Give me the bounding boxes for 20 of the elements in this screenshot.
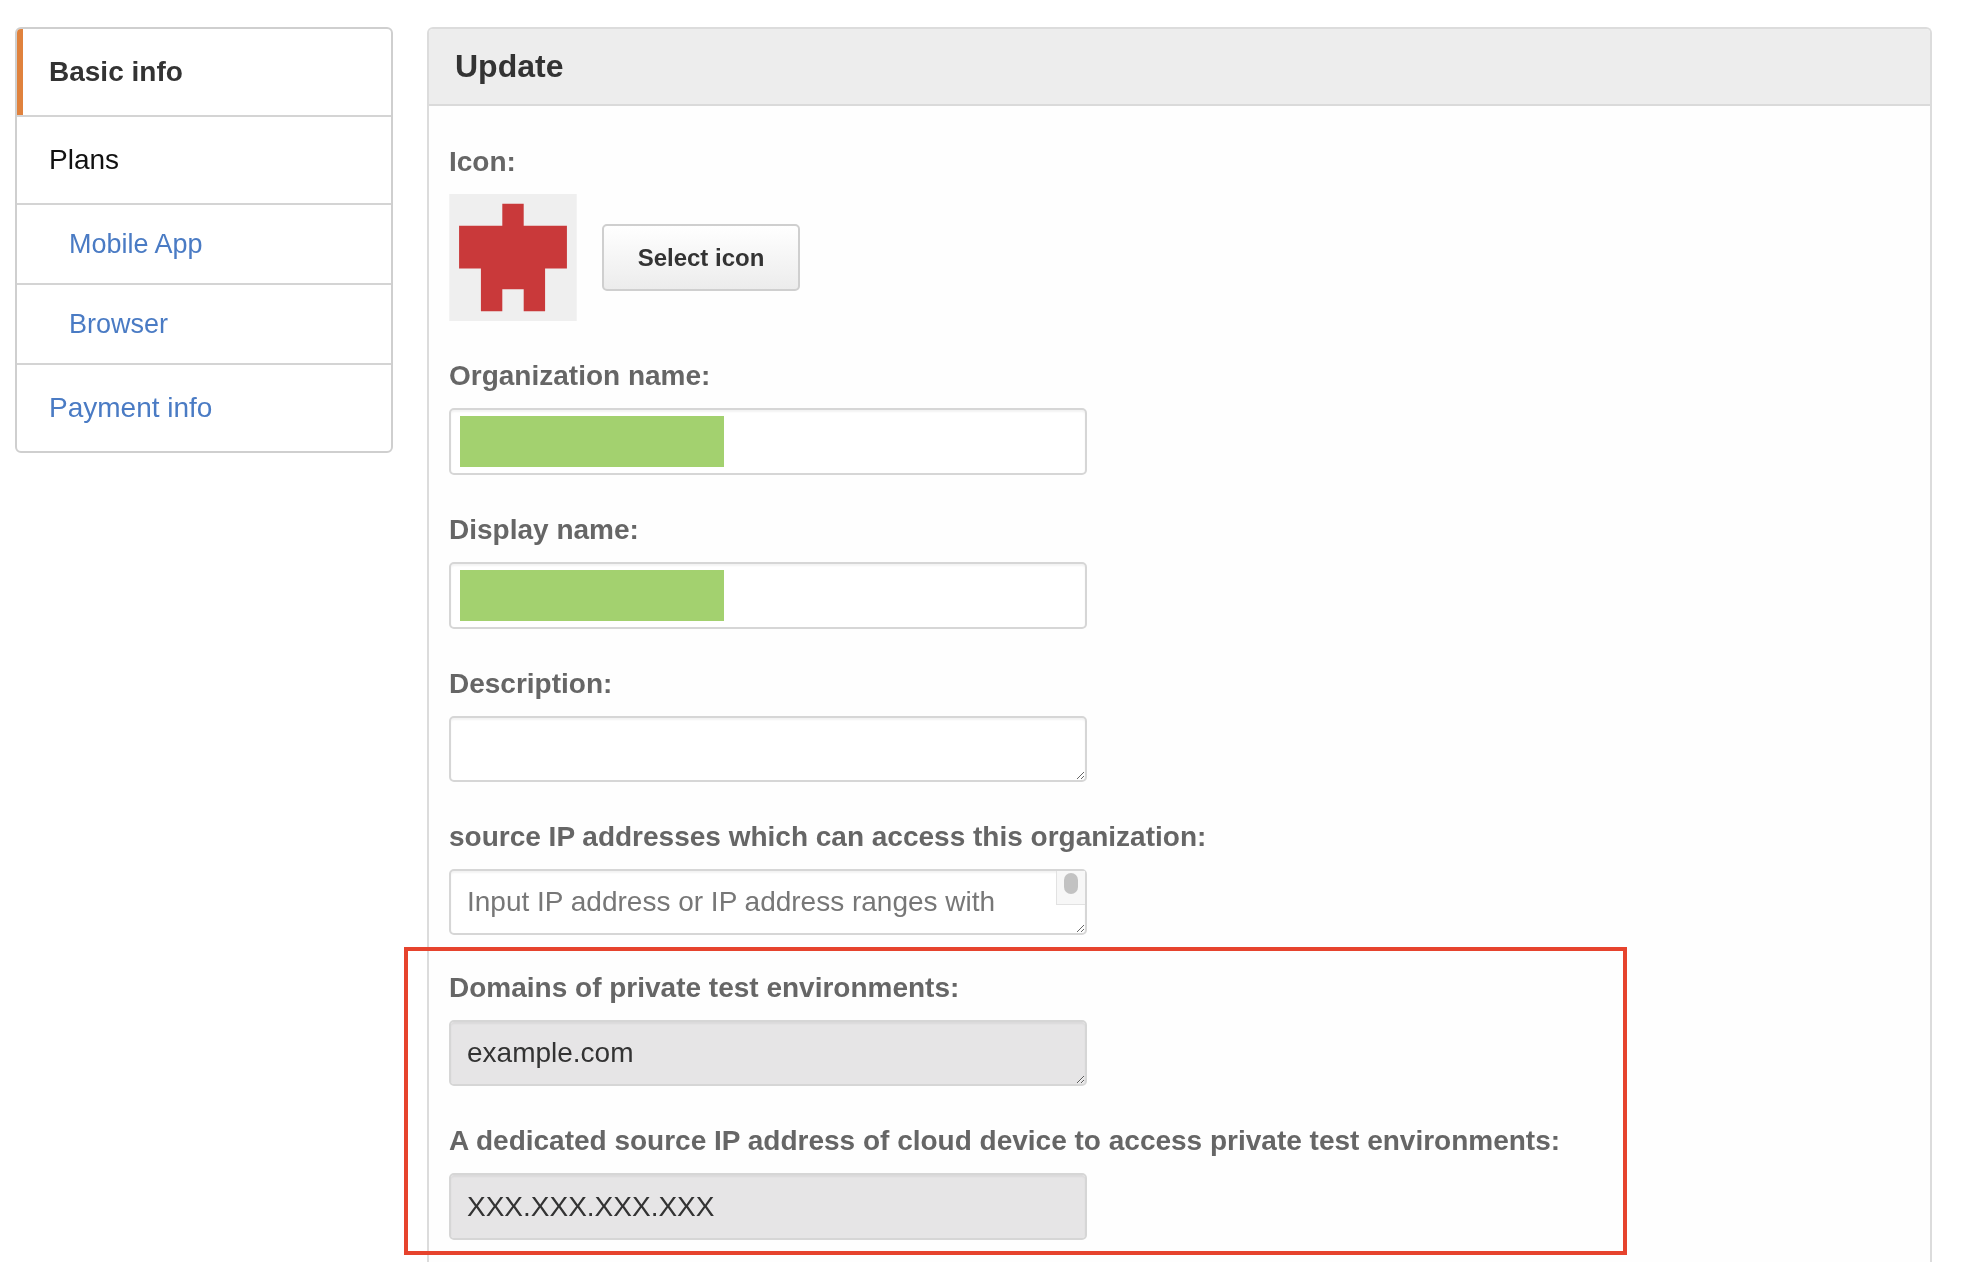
panel-title: Update [455, 47, 564, 86]
text-area-field[interactable] [449, 716, 1087, 782]
sidebar-item[interactable]: Basic info [17, 29, 391, 115]
field-label: A dedicated source IP address of cloud device to access private test environments: [449, 1124, 1561, 1158]
scrollbar[interactable] [1056, 871, 1085, 905]
field-label: source IP addresses which can access this organization: [449, 820, 1207, 854]
select-icon-button[interactable]: Select icon [602, 224, 800, 291]
field-label: Display name: [449, 513, 639, 547]
field-label: Domains of private test environments: [449, 971, 960, 1005]
text-area-field[interactable]: example.com [449, 1020, 1087, 1086]
text-area-field[interactable]: Input IP address or IP address ranges with [449, 869, 1087, 935]
field-label: Description: [449, 667, 613, 701]
field-label: Organization name: [449, 359, 711, 393]
sidebar-heading: Plans [17, 115, 391, 203]
sidebar-item[interactable]: Payment info [17, 363, 391, 451]
sidebar-item[interactable]: Browser [17, 283, 391, 363]
sidebar-item[interactable]: Mobile App [17, 203, 391, 283]
pixel-figure-icon [449, 194, 577, 321]
field-label: Icon: [449, 145, 516, 179]
text-field[interactable]: XXX.XXX.XXX.XXX [449, 1173, 1087, 1240]
